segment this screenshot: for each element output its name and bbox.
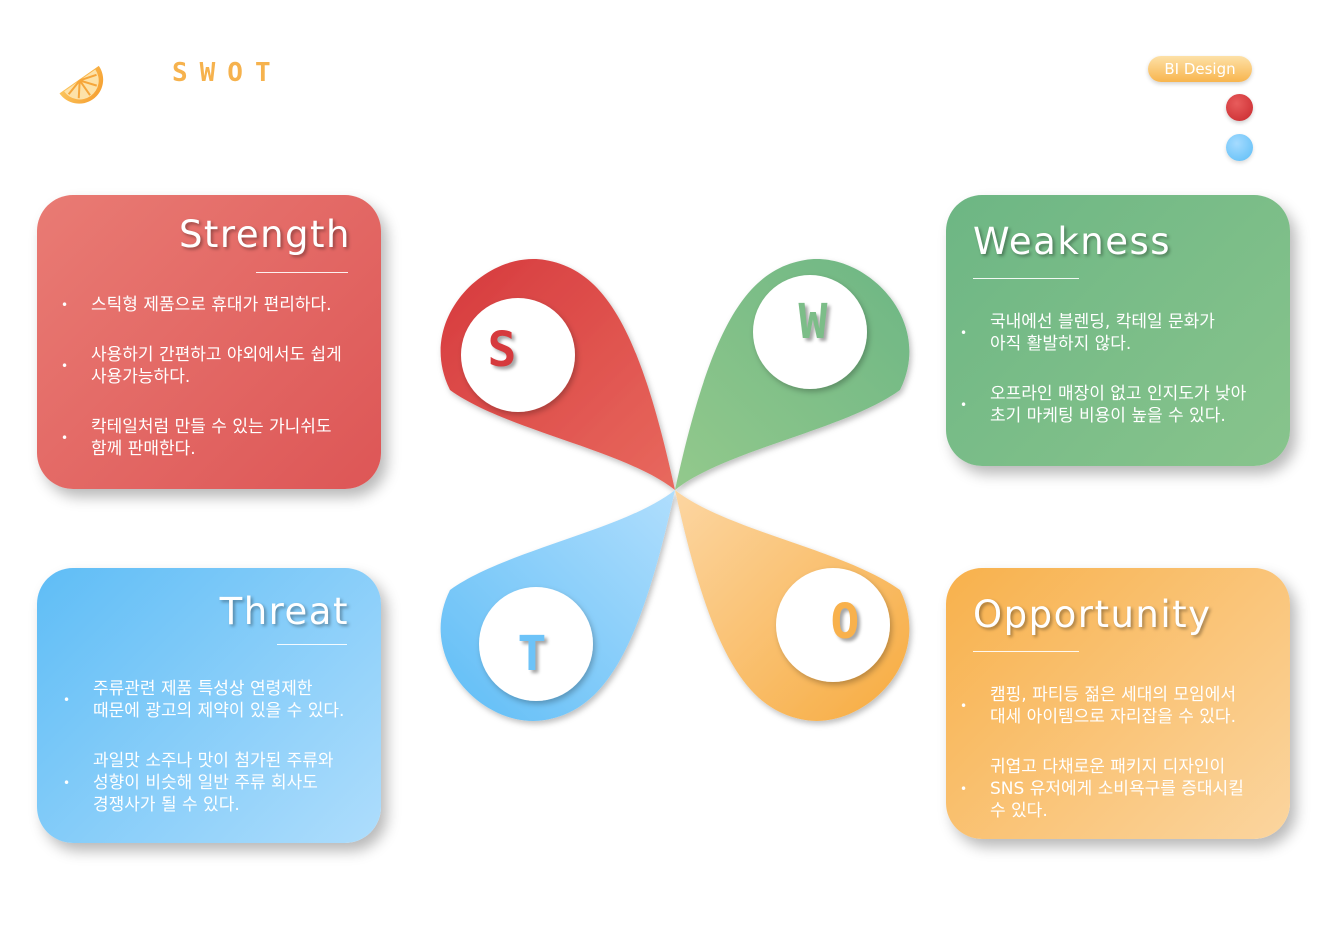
bi-design-badge: BI Design — [1148, 56, 1252, 82]
threat-card: Threat 주류관련 제품 특성상 연령제한 때문에 광고의 제약이 있을 수… — [37, 568, 381, 843]
opportunity-title-rule — [973, 651, 1079, 652]
weakness-card: Weakness 국내에선 블렌딩, 칵테일 문화가 아직 활발하지 않다. 오… — [946, 195, 1290, 466]
opportunity-item: 귀엽고 다채로운 패키지 디자인이 SNS 유저에게 소비욕구를 증대시킬 수 … — [960, 756, 1280, 822]
strength-title-rule — [256, 272, 348, 273]
swot-flower-diagram: S W T O — [425, 240, 925, 740]
weakness-title: Weakness — [973, 220, 1172, 263]
swot-petals — [440, 259, 910, 721]
strength-item: 스틱형 제품으로 휴대가 편리하다. — [61, 294, 371, 316]
opportunity-title: Opportunity — [973, 593, 1212, 636]
strength-item: 사용하기 간편하고 야외에서도 쉽게 사용가능하다. — [61, 344, 371, 388]
brand-logo: SWOT — [50, 50, 271, 106]
threat-item: 과일맛 소주나 맛이 첨가된 주류와 성향이 비슷해 일반 주류 회사도 경쟁사… — [63, 750, 381, 816]
opportunity-list: 캠핑, 파티등 젊은 세대의 모임에서 대세 아이템으로 자리잡을 수 있다. … — [960, 684, 1280, 850]
threat-letter: T — [517, 626, 547, 682]
weakness-item: 국내에선 블렌딩, 칵테일 문화가 아직 활발하지 않다. — [960, 311, 1280, 355]
logo-text: SWOT — [172, 58, 283, 88]
threat-list: 주류관련 제품 특성상 연령제한 때문에 광고의 제약이 있을 수 있다. 과일… — [63, 678, 381, 844]
opportunity-card: Opportunity 캠핑, 파티등 젊은 세대의 모임에서 대세 아이템으로… — [946, 568, 1290, 839]
threat-item: 주류관련 제품 특성상 연령제한 때문에 광고의 제약이 있을 수 있다. — [63, 678, 381, 722]
red-indicator-dot — [1226, 94, 1253, 121]
weakness-list: 국내에선 블렌딩, 칵테일 문화가 아직 활발하지 않다. 오프라인 매장이 없… — [960, 311, 1280, 455]
threat-title-rule — [277, 644, 347, 645]
weakness-letter: W — [798, 294, 828, 350]
orange-slice-icon — [59, 65, 104, 104]
opportunity-letter: O — [830, 594, 860, 650]
weakness-title-rule — [973, 278, 1079, 279]
threat-title: Threat — [219, 590, 349, 633]
strength-title: Strength — [178, 213, 351, 256]
weakness-item: 오프라인 매장이 없고 인지도가 낮아 초기 마케팅 비용이 높을 수 있다. — [960, 383, 1280, 427]
opportunity-item: 캠핑, 파티등 젊은 세대의 모임에서 대세 아이템으로 자리잡을 수 있다. — [960, 684, 1280, 728]
strength-letter: S — [487, 322, 517, 378]
strength-list: 스틱형 제품으로 휴대가 편리하다. 사용하기 간편하고 야외에서도 쉽게 사용… — [61, 294, 371, 488]
blue-indicator-dot — [1226, 134, 1253, 161]
strength-item: 칵테일처럼 만들 수 있는 가니쉬도 함께 판매한다. — [61, 416, 371, 460]
strength-card: Strength 스틱형 제품으로 휴대가 편리하다. 사용하기 간편하고 야외… — [37, 195, 381, 489]
